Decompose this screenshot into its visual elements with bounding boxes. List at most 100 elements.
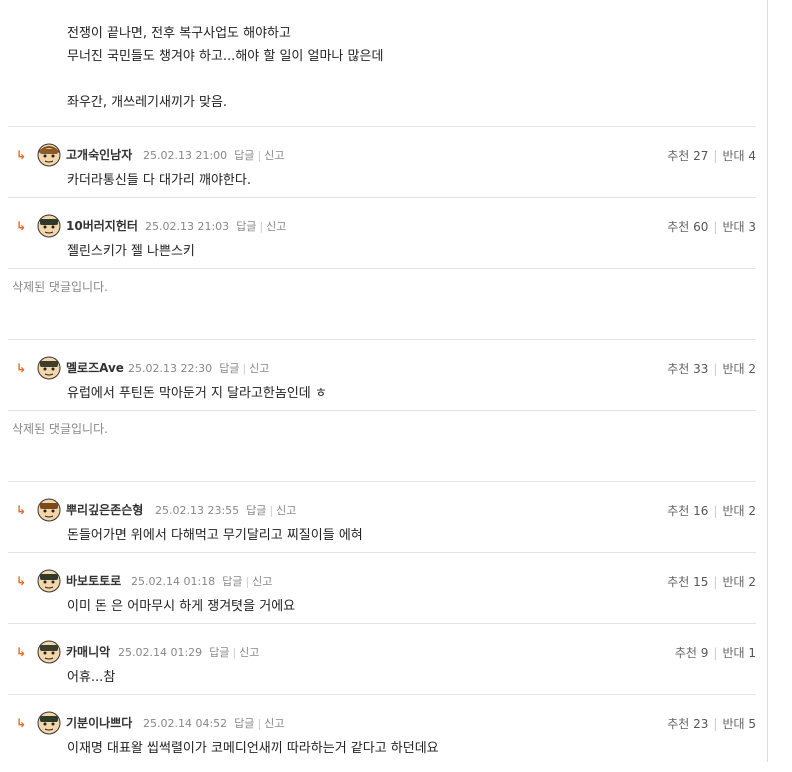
parent-line: 좌우간, 개쓰레기새끼가 맞음.	[67, 95, 228, 110]
recommend-count: 15	[693, 575, 709, 589]
avatar-icon	[37, 640, 61, 664]
oppose-count: 4	[748, 149, 756, 163]
comment-text: 카더라통신들 다 대가리 깨야한다.	[67, 173, 251, 188]
comment-meta: 25.02.13 21:03 답글 | 신고	[145, 220, 287, 233]
comment-text: 이미 돈 은 어마무시 하게 쟁겨텻을 거에요	[67, 599, 296, 614]
oppose-count: 5	[748, 717, 756, 731]
vote-box: 추천 23 | 반대 5	[667, 717, 756, 731]
comment-text: 젤린스키가 젤 나쁜스키	[67, 244, 195, 259]
page-border	[767, 0, 768, 762]
comment-item: ↳ 바보토토로 25.02.14 01:18 답글 | 신고 이미 돈 은 어마무시…	[8, 560, 756, 630]
divider	[8, 552, 756, 553]
comment-date: 25.02.13 22:30	[128, 362, 213, 375]
avatar-icon	[37, 143, 61, 167]
comment-date: 25.02.13 21:00	[143, 149, 228, 162]
reply-button[interactable]: 답글	[236, 220, 256, 233]
vote-box: 추천 27 | 반대 4	[667, 149, 756, 163]
recommend-count: 9	[700, 646, 709, 660]
divider	[8, 694, 756, 695]
reply-button[interactable]: 답글	[246, 504, 266, 517]
comment-date: 25.02.14 04:52	[143, 717, 228, 730]
avatar-icon	[37, 569, 61, 593]
oppose-button[interactable]: 반대	[722, 149, 744, 163]
recommend-button[interactable]: 추천	[675, 646, 697, 660]
deleted-comment: 삭제된 댓글입니다.	[12, 422, 108, 436]
comment-text: 어휴...참	[67, 670, 116, 685]
avatar-icon	[37, 356, 61, 380]
parent-line: 전쟁이 끝나면, 전후 복구사업도 해야하고	[67, 26, 291, 41]
avatar-icon	[37, 214, 61, 238]
report-button[interactable]: 신고	[252, 575, 272, 588]
comment-date: 25.02.13 23:55	[155, 504, 240, 517]
vote-box: 추천 9 | 반대 1	[674, 646, 756, 660]
comment-text: 돈들어가면 위에서 다해먹고 무기달리고 찌질이들 에혀	[67, 528, 363, 543]
comment-nickname[interactable]: 뿌리깊은존슨형	[66, 501, 143, 518]
comment-date: 25.02.14 01:18	[131, 575, 216, 588]
deleted-comment: 삭제된 댓글입니다.	[12, 280, 108, 294]
comment-meta: 25.02.13 22:30 답글 | 신고	[128, 362, 270, 375]
recommend-count: 23	[693, 717, 709, 731]
oppose-button[interactable]: 반대	[722, 646, 744, 660]
report-button[interactable]: 신고	[266, 220, 286, 233]
report-button[interactable]: 신고	[239, 646, 259, 659]
reply-button[interactable]: 답글	[234, 149, 254, 162]
comment-item: ↳ 뿌리깊은존슨형 25.02.13 23:55 답글 | 신고 돈들어가면 위에서…	[8, 489, 756, 559]
reply-arrow-icon: ↳	[16, 219, 27, 233]
vote-box: 추천 33 | 반대 2	[667, 362, 756, 376]
comment-meta: 25.02.14 01:18 답글 | 신고	[131, 575, 273, 588]
comment-nickname[interactable]: 카매니악	[66, 643, 110, 660]
avatar-icon	[37, 711, 61, 735]
oppose-button[interactable]: 반대	[722, 220, 744, 234]
vote-box: 추천 15 | 반대 2	[667, 575, 756, 589]
recommend-button[interactable]: 추천	[667, 575, 689, 589]
recommend-button[interactable]: 추천	[667, 220, 689, 234]
reply-button[interactable]: 답글	[219, 362, 239, 375]
recommend-button[interactable]: 추천	[667, 504, 689, 518]
recommend-button[interactable]: 추천	[667, 362, 689, 376]
comment-meta: 25.02.14 01:29 답글 | 신고	[118, 646, 260, 659]
reply-arrow-icon: ↳	[16, 503, 27, 517]
reply-button[interactable]: 답글	[209, 646, 229, 659]
divider	[8, 126, 756, 127]
oppose-count: 3	[748, 220, 756, 234]
recommend-button[interactable]: 추천	[667, 149, 689, 163]
recommend-count: 60	[693, 220, 709, 234]
divider	[8, 339, 756, 340]
report-button[interactable]: 신고	[276, 504, 296, 517]
oppose-button[interactable]: 반대	[722, 717, 744, 731]
comment-nickname[interactable]: 멜로즈Ave	[66, 359, 124, 376]
comment-nickname[interactable]: 바보토토로	[66, 572, 121, 589]
divider	[8, 410, 756, 411]
oppose-button[interactable]: 반대	[722, 504, 744, 518]
oppose-button[interactable]: 반대	[722, 362, 744, 376]
recommend-count: 33	[693, 362, 709, 376]
comment-text: 유럽에서 푸틴돈 막아둔거 지 달라고한놈인데 ㅎ	[67, 386, 327, 401]
recommend-button[interactable]: 추천	[667, 717, 689, 731]
comment-nickname[interactable]: 10버러지헌터	[66, 217, 138, 234]
reply-arrow-icon: ↳	[16, 645, 27, 659]
oppose-count: 2	[748, 504, 756, 518]
report-button[interactable]: 신고	[264, 149, 284, 162]
comment-date: 25.02.13 21:03	[145, 220, 230, 233]
divider	[8, 197, 756, 198]
comment-item: ↳ 멜로즈Ave 25.02.13 22:30 답글 | 신고 유럽에서 푸틴돈 막…	[8, 347, 756, 417]
comment-nickname[interactable]: 기분이나쁘다	[66, 714, 132, 731]
reply-button[interactable]: 답글	[234, 717, 254, 730]
comment-text: 이재명 대표왈 씹썩렬이가 코메디언새끼 따라하는거 같다고 하던데요	[67, 741, 439, 756]
comment-item: ↳ 카매니악 25.02.14 01:29 답글 | 신고 어휴...참 추천 9 |…	[8, 631, 756, 701]
comment-date: 25.02.14 01:29	[118, 646, 203, 659]
vote-box: 추천 60 | 반대 3	[667, 220, 756, 234]
comment-item: ↳ 10버러지헌터 25.02.13 21:03 답글 | 신고 젤린스키가 젤 나…	[8, 205, 756, 275]
report-button[interactable]: 신고	[249, 362, 269, 375]
oppose-count: 2	[748, 362, 756, 376]
comment-nickname[interactable]: 고개숙인남자	[66, 146, 132, 163]
comment-meta: 25.02.14 04:52 답글 | 신고	[143, 717, 285, 730]
report-button[interactable]: 신고	[264, 717, 284, 730]
parent-line: 무너진 국민들도 챙겨야 하고...해야 할 일이 얼마나 많은데	[67, 49, 384, 64]
oppose-button[interactable]: 반대	[722, 575, 744, 589]
divider	[8, 623, 756, 624]
reply-arrow-icon: ↳	[16, 148, 27, 162]
reply-button[interactable]: 답글	[222, 575, 242, 588]
recommend-count: 16	[693, 504, 709, 518]
comment-meta: 25.02.13 21:00 답글 | 신고	[143, 149, 285, 162]
